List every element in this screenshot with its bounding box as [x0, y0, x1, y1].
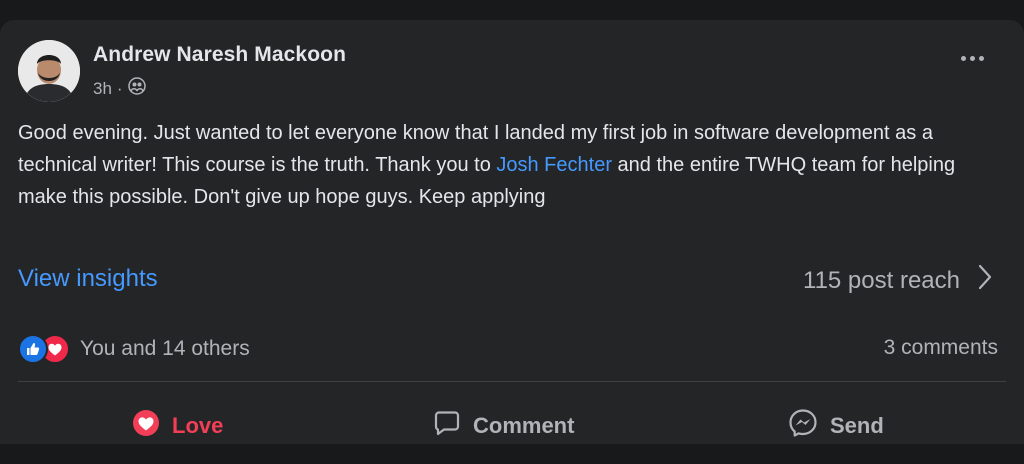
view-insights-link[interactable]: View insights: [18, 265, 158, 293]
avatar[interactable]: [18, 40, 80, 102]
post-card: Andrew Naresh Mackoon 3h · Good evening.…: [0, 20, 1024, 444]
reactions-summary[interactable]: You and 14 others: [18, 334, 250, 364]
post-body: Good evening. Just wanted to let everyon…: [18, 117, 998, 213]
meta-separator: ·: [116, 78, 123, 98]
love-button[interactable]: Love: [132, 388, 223, 464]
divider: [18, 381, 1006, 382]
send-button[interactable]: Send: [788, 388, 884, 464]
post-meta: 3h ·: [93, 77, 146, 100]
post-reach-button[interactable]: 115 post reach: [803, 264, 992, 297]
chevron-right-icon: [978, 264, 992, 297]
heart-icon: [132, 409, 160, 443]
action-bar: Love Comment Send: [0, 388, 1024, 464]
author-name[interactable]: Andrew Naresh Mackoon: [93, 43, 346, 67]
mention-link[interactable]: Josh Fechter: [496, 154, 612, 176]
like-reaction-icon: [18, 334, 48, 364]
comments-count[interactable]: 3 comments: [884, 336, 998, 360]
friends-icon[interactable]: [127, 77, 146, 100]
more-options-icon[interactable]: [961, 56, 984, 61]
comment-icon: [433, 409, 461, 443]
comment-label: Comment: [473, 413, 575, 438]
comment-button[interactable]: Comment: [433, 388, 574, 464]
messenger-icon: [788, 408, 818, 444]
send-label: Send: [830, 413, 884, 438]
reactions-text: You and 14 others: [80, 337, 250, 360]
post-reach-text: 115 post reach: [803, 266, 960, 294]
post-time[interactable]: 3h: [93, 79, 112, 99]
love-label: Love: [172, 413, 224, 438]
